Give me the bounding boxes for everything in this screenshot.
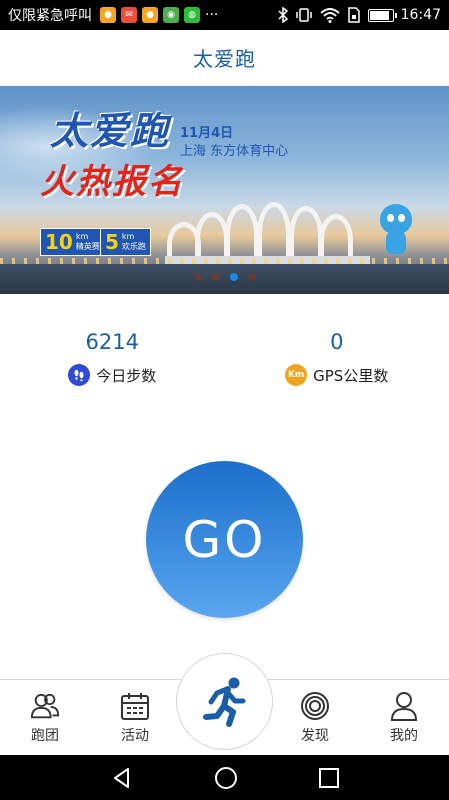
carousel-dot[interactable] [193,273,202,281]
tab-label: 活动 [121,728,149,744]
banner-title: 太爱跑 [50,109,171,153]
more-notifications: ··· [205,7,219,23]
wifi-icon [320,8,340,23]
page-title: 太爱跑 [193,47,256,71]
tab-profile[interactable]: 我的 [364,680,444,756]
gps-value: 0 [330,330,344,354]
app-notification-icon: ● [100,7,116,23]
tab-label: 发现 [301,728,329,744]
start-run-button[interactable] [176,653,273,750]
gps-stat[interactable]: 0 Km GPS公里数 [225,330,449,386]
carrier-text: 仅限紧急呼叫 [8,8,92,24]
carousel-indicator[interactable] [0,273,449,281]
promo-banner[interactable]: 太爱跑 11月4日 上海 东方体育中心 火热报名 10 km 精英赛 5 km 欢乐… [0,86,449,294]
wechat-notification-icon: ◍ [184,7,200,23]
profile-icon [389,691,419,721]
tab-discover[interactable]: 发现 [275,680,355,756]
sim-icon [347,7,360,23]
stadium-illustration [165,196,370,266]
tab-label: 我的 [390,728,418,744]
bluetooth-icon [278,7,288,23]
mail-notification-icon: ✉ [121,7,137,23]
banner-date: 11月4日 [180,126,234,141]
steps-label: 今日步数 [96,366,157,385]
tab-running-group[interactable]: 跑团 [5,680,85,756]
home-icon[interactable] [213,765,239,791]
clock: 16:47 [400,7,441,23]
calendar-icon [120,691,150,721]
banner-subtitle: 火热报名 [40,162,184,202]
go-button-label: GO [182,510,267,569]
map-notification-icon: ◉ [163,7,179,23]
tab-activities[interactable]: 活动 [95,680,175,756]
carousel-dot[interactable] [247,273,256,281]
vibrate-icon [295,8,312,22]
battery-icon [367,8,397,22]
carousel-dot[interactable] [211,273,220,281]
group-icon [30,691,60,721]
banner-badge-10km: 10 km 精英赛 [40,228,105,256]
steps-stat[interactable]: 6214 今日步数 [0,330,225,386]
discover-target-icon [300,691,330,721]
go-button[interactable]: GO [146,461,303,618]
banner-venue: 上海 东方体育中心 [180,144,289,159]
carousel-dot-active[interactable] [229,273,238,281]
mascot-image [376,204,416,256]
steps-value: 6214 [85,330,139,354]
notification-icons: ● ✉ ● ◉ ◍ ··· [100,7,218,23]
runner-icon [202,677,245,727]
recents-icon[interactable] [318,767,340,789]
app-notification-icon: ● [142,7,158,23]
banner-badge-5km: 5 km 欢乐跑 [100,228,151,256]
app-header: 太爱跑 [0,30,449,86]
stats-row: 6214 今日步数 0 Km GPS公里数 [0,330,449,386]
gps-label: GPS公里数 [313,366,389,385]
km-icon: Km [285,364,308,386]
footsteps-icon [68,364,91,386]
status-bar: 仅限紧急呼叫 ● ✉ ● ◉ ◍ ··· 16:47 [0,0,449,30]
system-nav-bar [0,755,449,800]
back-icon[interactable] [110,766,134,790]
tab-label: 跑团 [31,728,59,744]
